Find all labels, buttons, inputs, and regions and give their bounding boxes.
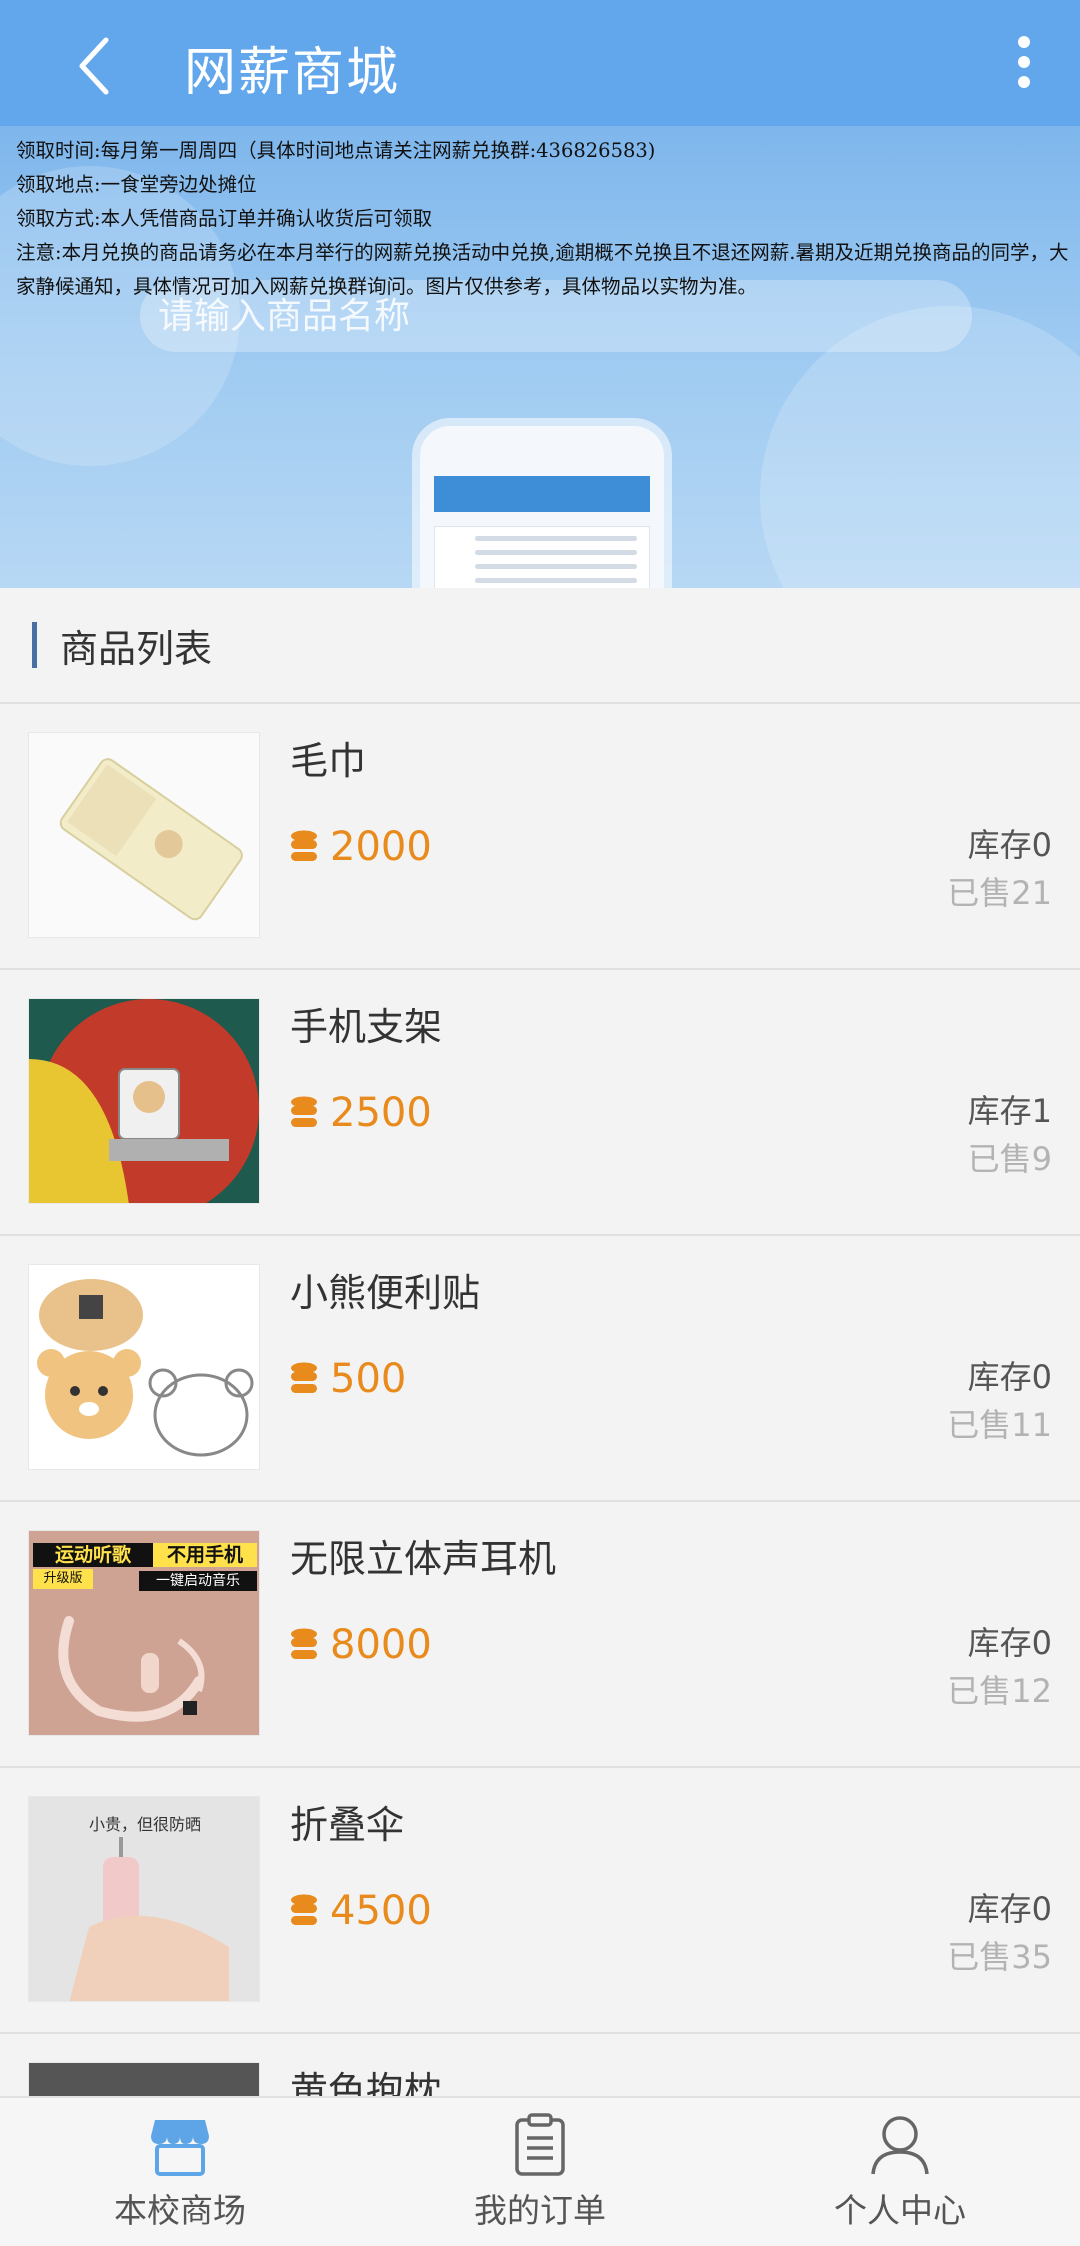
notice-text: 领取时间:每月第一周周四（具体时间地点请关注网薪兑换群:436826583) 领… [16,134,1076,304]
product-price: 8000 [290,1622,432,1668]
product-name: 无限立体声耳机 [290,1537,557,1581]
clipboard-icon [515,2113,565,2176]
tab-personal-center[interactable]: 个人中心 [720,2098,1080,2246]
page-title: 网薪商城 [184,43,401,103]
notice-line: 领取地点:一食堂旁边处摊位 [16,173,257,196]
notice-line: 注意:本月兑换的商品请务必在本月举行的网薪兑换活动中兑换,逾期概不兑换且不退还网… [16,241,1069,298]
coin-stack-icon [291,830,317,861]
price-value: 8000 [330,1622,432,1668]
product-stock: 库存1 [967,1092,1052,1130]
product-price: 500 [290,1356,406,1402]
product-item[interactable]: 毛巾 2000 库存0 已售21 [0,704,1080,970]
app-header: 网薪商城 [0,0,1080,126]
product-sold: 已售9 [967,1140,1052,1178]
vertical-dots-icon [1018,36,1030,48]
coin-stack-icon [291,1894,317,1925]
store-icon [151,2120,209,2176]
product-name: 手机支架 [290,1005,443,1049]
product-price: 4500 [290,1888,432,1934]
coin-stack-icon [291,1628,317,1659]
phone-illustration [420,426,664,588]
price-value: 500 [330,1356,407,1402]
product-sold: 已售21 [947,874,1052,912]
product-image [28,732,260,938]
notice-line: 领取方式:本人凭借商品订单并确认收货后可领取 [16,207,433,230]
product-item[interactable]: 运动听歌 不用手机 升级版 一键启动音乐 无限立体声耳机 8000 库存0 已售… [0,1502,1080,1768]
section-accent-bar [32,622,37,668]
tab-label: 我的订单 [474,2191,606,2230]
coin-stack-icon [291,1096,317,1127]
product-sold: 已售35 [947,1938,1052,1976]
product-price: 2500 [290,1090,432,1136]
notice-line: 领取时间:每月第一周周四（具体时间地点请关注网薪兑换群:436826583) [16,139,656,162]
product-image: 小贵，但很防晒 [28,1796,260,2002]
product-item[interactable]: 手机支架 2500 库存1 已售9 [0,970,1080,1236]
product-name: 毛巾 [290,739,367,783]
tab-label: 个人中心 [834,2191,966,2230]
product-price: 2000 [290,824,432,870]
coin-stack-icon [291,1362,317,1393]
section-header: 商品列表 [0,588,1080,704]
price-value: 4500 [330,1888,432,1934]
product-stock: 库存0 [967,1358,1052,1396]
product-name: 折叠伞 [290,1803,405,1847]
more-menu-button[interactable] [994,26,1054,98]
bottom-tab-bar: 本校商场 我的订单 个人中心 [0,2096,1080,2246]
price-value: 2000 [330,824,432,870]
tab-my-orders[interactable]: 我的订单 [360,2098,720,2246]
product-sold: 已售12 [947,1672,1052,1710]
product-item[interactable]: 小熊便利贴 500 库存0 已售11 [0,1236,1080,1502]
product-name: 小熊便利贴 [290,1271,481,1315]
product-stock: 库存0 [967,1890,1052,1928]
tab-school-store[interactable]: 本校商场 [0,2098,360,2246]
product-image [28,1264,260,1470]
chevron-left-icon [79,37,109,95]
tab-label: 本校商场 [114,2191,246,2230]
section-title: 商品列表 [60,627,213,671]
product-image [28,998,260,1204]
price-value: 2500 [330,1090,432,1136]
product-sold: 已售11 [947,1406,1052,1444]
product-image: 运动听歌 不用手机 升级版 一键启动音乐 [28,1530,260,1736]
person-icon [871,2116,929,2175]
product-item[interactable]: 小贵，但很防晒 折叠伞 4500 库存0 已售35 [0,1768,1080,2034]
product-stock: 库存0 [967,1624,1052,1662]
back-button[interactable] [54,26,134,106]
product-stock: 库存0 [967,826,1052,864]
